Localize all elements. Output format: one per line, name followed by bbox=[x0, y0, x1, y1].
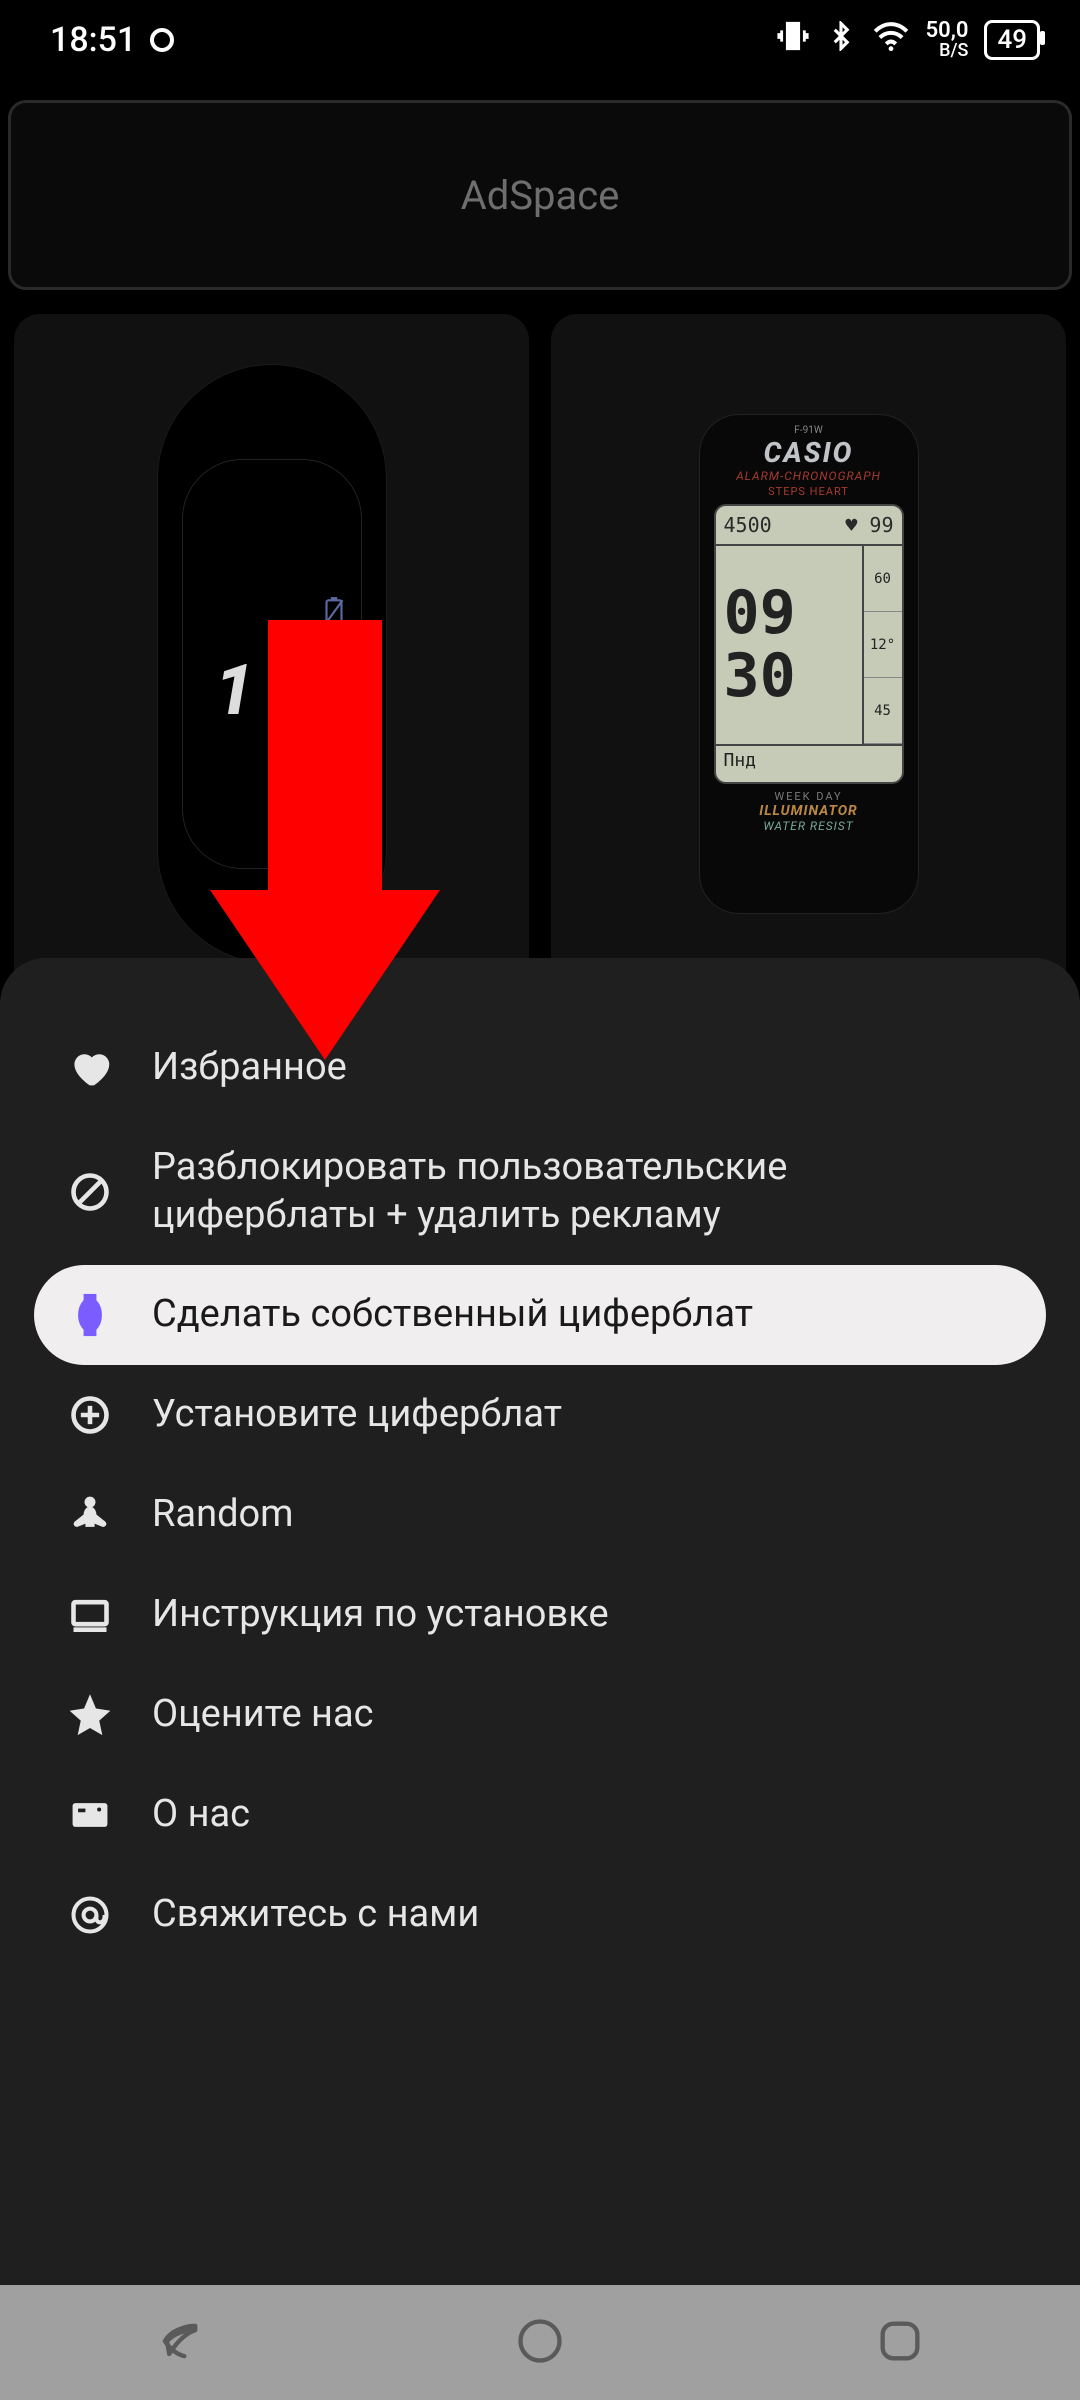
watchface-card[interactable]: F-91W CASIO ALARM-CHRONOGRAPH STEPS HEAR… bbox=[551, 314, 1066, 1014]
system-nav-bar bbox=[0, 2285, 1080, 2400]
star-icon bbox=[66, 1691, 114, 1739]
watchface-grid: 1 5 F-91W CASIO ALARM-CHRONOGRAPH STEPS … bbox=[14, 314, 1066, 1014]
card-icon bbox=[66, 1791, 114, 1839]
casio-brand: CASIO bbox=[764, 436, 854, 469]
menu-item[interactable]: О нас bbox=[34, 1765, 1046, 1865]
ad-space[interactable]: AdSpace bbox=[8, 100, 1072, 290]
vibrate-icon bbox=[776, 19, 810, 62]
tutorial-arrow-icon bbox=[210, 620, 440, 1080]
casio-lcd: 4500 ♥ 99 09 30 60 12° 45 bbox=[714, 504, 904, 784]
menu-list: Избранное Разблокировать пользовательские… bbox=[34, 1018, 1046, 1965]
menu-item[interactable]: Оцените нас bbox=[34, 1665, 1046, 1765]
menu-item-label: Свяжитесь с нами bbox=[152, 1891, 1014, 1939]
menu-item-label: Random bbox=[152, 1491, 1014, 1539]
status-bar: 18:51 50,0 B/S 49 bbox=[0, 0, 1080, 80]
bluetooth-icon bbox=[826, 20, 856, 60]
plus-circle-icon bbox=[66, 1391, 114, 1439]
watch-icon bbox=[66, 1291, 114, 1339]
meditation-icon bbox=[66, 1491, 114, 1539]
menu-item[interactable]: Сделать собственный циферблат bbox=[34, 1265, 1046, 1365]
menu-item[interactable]: Избранное bbox=[34, 1018, 1046, 1118]
home-button[interactable] bbox=[514, 2315, 566, 2371]
bottom-sheet: Избранное Разблокировать пользовательские… bbox=[0, 958, 1080, 2285]
block-icon bbox=[66, 1168, 114, 1216]
status-time: 18:51 bbox=[50, 20, 136, 60]
menu-item-label: Сделать собственный циферблат bbox=[152, 1291, 1014, 1339]
menu-item[interactable]: Инструкция по установке bbox=[34, 1565, 1046, 1665]
back-button[interactable] bbox=[154, 2315, 206, 2371]
menu-item[interactable]: Свяжитесь с нами bbox=[34, 1865, 1046, 1965]
record-indicator-icon bbox=[150, 28, 174, 52]
battery-indicator: 49 bbox=[984, 20, 1040, 60]
menu-item-label: Установите циферблат bbox=[152, 1391, 1014, 1439]
recents-button[interactable] bbox=[874, 2315, 926, 2371]
heart-icon bbox=[66, 1044, 114, 1092]
menu-item-label: О нас bbox=[152, 1791, 1014, 1839]
menu-item[interactable]: Разблокировать пользовательские цифербла… bbox=[34, 1118, 1046, 1265]
menu-item-label: Оцените нас bbox=[152, 1691, 1014, 1739]
ad-label: AdSpace bbox=[461, 172, 620, 219]
at-icon bbox=[66, 1891, 114, 1939]
menu-item-label: Инструкция по установке bbox=[152, 1591, 1014, 1639]
menu-item[interactable]: Random bbox=[34, 1465, 1046, 1565]
menu-item-label: Разблокировать пользовательские цифербла… bbox=[152, 1144, 1014, 1239]
network-speed: 50,0 B/S bbox=[926, 20, 969, 60]
wifi-icon bbox=[872, 17, 910, 64]
menu-item[interactable]: Установите циферблат bbox=[34, 1365, 1046, 1465]
monitor-icon bbox=[66, 1591, 114, 1639]
